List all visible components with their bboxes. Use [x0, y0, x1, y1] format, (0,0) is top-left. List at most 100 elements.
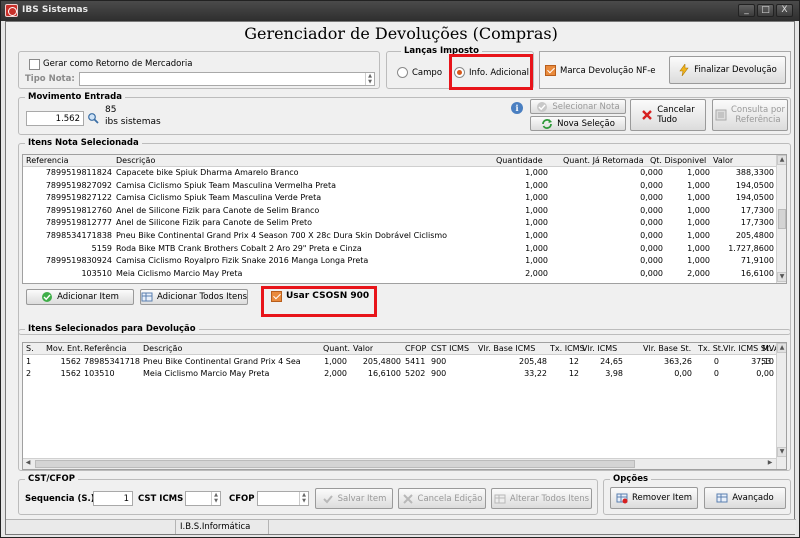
cfop-label: CFOP — [229, 494, 255, 504]
minimize-button[interactable]: _ — [738, 4, 755, 17]
movimento-input[interactable]: 1.562 — [26, 111, 84, 126]
itens-nota-header: Referencia Descrição Quantidade Quant. J… — [23, 155, 776, 167]
table-cell: 1 — [26, 357, 32, 366]
table-row[interactable]: 7899519812760 Anel de Silicone Fizik para… — [23, 205, 776, 217]
col-header[interactable]: Valor — [353, 344, 373, 353]
scroll-down-icon[interactable]: ▼ — [777, 272, 786, 282]
fornecedor-code: 85 — [105, 105, 117, 115]
table-row[interactable]: 2 1562 103510 Meia Ciclismo Marcio May Pret… — [23, 368, 776, 380]
campo-radio[interactable] — [397, 67, 408, 78]
alterar-todos-button[interactable]: Alterar Todos Itens — [491, 488, 592, 509]
spinner-icon[interactable]: ▲ ▼ — [211, 492, 220, 505]
scroll-down-icon[interactable]: ▼ — [777, 447, 786, 457]
selecionados-title: Itens Selecionados para Devolução — [25, 324, 199, 334]
table-row[interactable]: 7899519827122 Camisa Ciclismo Spiuk Team … — [23, 192, 776, 204]
table-cell: 7899519830924 — [45, 256, 112, 266]
col-header[interactable]: Mov. Ent. — [46, 344, 83, 353]
col-quantidade[interactable]: Quantidade — [496, 156, 543, 165]
table-cell: 16,6100 — [367, 369, 401, 378]
cfop-input[interactable]: ▲ ▼ — [257, 491, 309, 506]
col-header[interactable]: Vlr. Base St. — [643, 344, 691, 353]
client-area: Gerenciador de Devoluções (Compras) Gera… — [5, 21, 796, 535]
refresh-icon — [542, 118, 553, 129]
col-header[interactable]: Referência — [84, 344, 127, 353]
table-cell: 12 — [568, 369, 579, 378]
consulta-referencia-button[interactable]: Consulta por Referência — [712, 99, 788, 131]
col-header[interactable]: Tx. St. — [698, 344, 723, 353]
scroll-thumb[interactable] — [778, 209, 786, 229]
marca-devolucao-checkbox[interactable] — [545, 65, 556, 76]
highlight-info-adicional — [449, 54, 533, 90]
finalizar-label: Finalizar Devolução — [694, 65, 777, 75]
table-cell: 71,9100 — [740, 256, 774, 266]
table-row[interactable]: 103510 Meia Ciclismo Marcio May Preta 2,00… — [23, 268, 776, 280]
avancado-button[interactable]: Avançado — [704, 487, 786, 509]
table-cell: 7898534171838 — [45, 231, 112, 240]
tipo-nota-select[interactable]: ▲ ▼ — [79, 72, 375, 86]
cancela-edicao-button[interactable]: Cancela Edição — [398, 488, 486, 509]
spinner-icon[interactable]: ▲ ▼ — [299, 492, 308, 505]
table-row[interactable]: 5159 Roda Bike MTB Crank Brothers Cobalt … — [23, 243, 776, 255]
adicionar-todos-label: Adicionar Todos Itens — [157, 292, 248, 302]
adicionar-todos-button[interactable]: Adicionar Todos Itens — [140, 289, 248, 305]
app-logo-icon — [5, 4, 18, 17]
remover-item-label: Remover Item — [631, 493, 693, 503]
table-cell: 205,4800 — [735, 231, 774, 240]
selecionados-vscrollbar[interactable]: ▲ ▼ — [776, 343, 786, 469]
adicionar-item-button[interactable]: Adicionar Item — [26, 289, 134, 305]
table-row[interactable]: 7899519830924 Camisa Ciclismo Royalpro Fi… — [23, 255, 776, 267]
table-cell: Camisa Ciclismo Spiuk Team Masculina Ver… — [116, 193, 322, 203]
avancado-label: Avançado — [732, 493, 774, 503]
scroll-right-icon[interactable]: ▶ — [765, 459, 775, 469]
selecionados-hscrollbar[interactable]: ◀ ▶ — [23, 458, 776, 469]
col-header[interactable]: Vlr. ICMS — [582, 344, 617, 353]
table-cell: 1562 — [60, 369, 81, 378]
itens-nota-scrollbar[interactable]: ▲ ▼ — [776, 155, 786, 283]
cst-icms-input[interactable]: ▲ ▼ — [185, 491, 221, 506]
maximize-button[interactable]: □ — [757, 4, 774, 17]
col-header[interactable]: Descrição — [143, 344, 182, 353]
col-descricao[interactable]: Descrição — [116, 156, 155, 165]
table-cell: 1562 — [60, 357, 81, 366]
scroll-up-icon[interactable]: ▲ — [777, 343, 786, 353]
cancelar-tudo-button[interactable]: Cancelar Tudo — [630, 99, 706, 131]
col-referencia[interactable]: Referencia — [26, 156, 69, 165]
info-icon[interactable]: i — [511, 102, 523, 114]
nova-selecao-button[interactable]: Nova Seleção — [530, 116, 626, 131]
nova-selecao-label: Nova Seleção — [557, 118, 615, 129]
hscroll-thumb[interactable] — [35, 460, 635, 468]
scroll-left-icon[interactable]: ◀ — [23, 459, 33, 469]
col-header[interactable]: Tx. ICMS — [550, 344, 585, 353]
finalizar-devolucao-button[interactable]: Finalizar Devolução — [669, 56, 786, 84]
col-header[interactable]: Vlr. Base ICMS — [478, 344, 535, 353]
table-cell: 205,48 — [519, 357, 547, 366]
table-row[interactable]: 1 15627898534171838Pneu Bike Continental … — [23, 356, 776, 368]
remover-item-button[interactable]: Remover Item — [610, 487, 698, 509]
table-cell: 7899519812760 — [45, 205, 112, 215]
scroll-up-icon[interactable]: ▲ — [777, 155, 786, 165]
sequencia-input[interactable]: 1 — [93, 491, 133, 506]
table-row[interactable]: 7898534171838 Pneu Bike Continental Grand… — [23, 230, 776, 242]
col-header[interactable]: S. — [26, 344, 34, 353]
table-cell: 2,000 — [324, 369, 347, 378]
col-header[interactable]: Quant. — [323, 344, 350, 353]
col-valor[interactable]: Valor — [713, 156, 733, 165]
check-circle-icon — [537, 101, 548, 112]
retorno-checkbox[interactable] — [29, 59, 40, 70]
close-button[interactable]: X — [776, 4, 793, 17]
table-row[interactable]: 7899519827092 Camisa Ciclismo Spiuk Team … — [23, 180, 776, 192]
status-panel-left — [6, 520, 176, 534]
selecionar-nota-button[interactable]: Selecionar Nota — [530, 99, 626, 114]
col-header[interactable]: CST ICMS — [431, 344, 469, 353]
table-row[interactable]: 7899519811824 Capacete bike Spiuk Dharma … — [23, 167, 776, 179]
col-header[interactable]: CFOP — [405, 344, 426, 353]
itens-nota-table[interactable]: Referencia Descrição Quantidade Quant. J… — [22, 154, 787, 284]
table-row[interactable]: 7899519812777 Anel de Silicone Fizik para… — [23, 217, 776, 229]
col-quant-retornada[interactable]: Quant. Já Retornada — [563, 156, 644, 165]
title-bar[interactable]: IBS Sistemas _ □ X — [1, 1, 799, 21]
status-text: I.B.S.Informática — [180, 522, 251, 532]
selecionados-table[interactable]: S. Mov. Ent. Referência Descrição Quant. Valo… — [22, 342, 787, 470]
salvar-item-button[interactable]: Salvar Item — [315, 488, 393, 509]
col-qt-disponivel[interactable]: Qt. Disponivel — [650, 156, 706, 165]
search-icon[interactable] — [87, 112, 99, 124]
